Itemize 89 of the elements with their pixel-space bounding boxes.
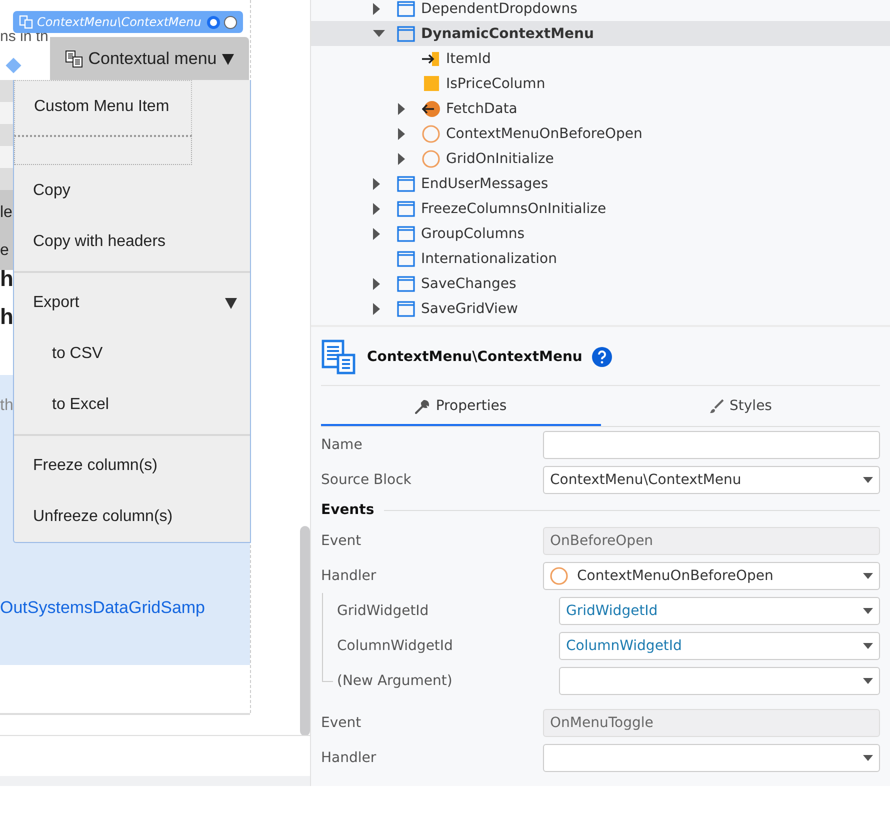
tree-item[interactable]: FetchData <box>311 96 890 121</box>
collapsed-caret-icon[interactable] <box>373 202 381 214</box>
heading-text: h <box>0 304 14 330</box>
dropdown-caret-icon <box>863 608 873 614</box>
link[interactable]: OutSystemsDataGridSamp <box>0 598 206 618</box>
menu-header[interactable]: Contextual menu <box>50 37 249 80</box>
screen-icon <box>397 0 415 16</box>
menu-item[interactable]: Freeze column(s) <box>14 440 250 491</box>
caret-icon <box>225 296 237 308</box>
property-label: Handler <box>321 568 376 584</box>
help-icon[interactable] <box>592 347 612 367</box>
menu-item[interactable]: Copy <box>14 165 250 216</box>
dropdown[interactable]: GridWidgetId <box>559 596 880 624</box>
data-action-icon <box>422 100 440 118</box>
collapsed-caret-icon[interactable] <box>373 302 381 314</box>
tree-item[interactable]: GroupColumns <box>311 221 890 246</box>
dropdown-caret-icon <box>863 476 873 482</box>
screen-icon <box>397 176 415 192</box>
radio-button[interactable] <box>207 16 220 28</box>
screen-icon <box>397 276 415 292</box>
dropdown[interactable]: ColumnWidgetId <box>559 632 880 660</box>
section-title: Events <box>321 502 374 518</box>
block-icon <box>19 15 33 29</box>
readonly-field: OnMenuToggle <box>543 708 880 736</box>
brush-icon <box>708 398 724 414</box>
property-label: Handler <box>321 750 376 766</box>
property-label: Source Block <box>321 472 412 488</box>
action-circle-icon <box>422 124 440 142</box>
hint-text: th <box>0 397 14 415</box>
header-text: e <box>0 242 10 260</box>
dropdown[interactable]: ContextMenuOnBeforeOpen <box>543 562 880 590</box>
action-circle-icon <box>550 566 568 584</box>
dropdown-caret-icon <box>863 572 873 578</box>
header-text: le <box>0 204 12 222</box>
menu-block-icon <box>65 50 84 68</box>
collapsed-caret-icon[interactable] <box>398 102 406 114</box>
tree-item[interactable]: IsPriceColumn <box>311 71 890 96</box>
custom-menu-item[interactable]: Custom Menu Item <box>14 80 192 135</box>
tree-item[interactable]: Internationalization <box>311 246 890 271</box>
caret-icon <box>222 52 234 64</box>
tree-item[interactable]: GridOnInitialize <box>311 146 890 171</box>
collapsed-caret-icon[interactable] <box>373 228 381 240</box>
property-label: ColumnWidgetId <box>337 638 453 654</box>
tab[interactable]: Styles <box>600 388 880 426</box>
tree-item[interactable]: SaveGridView <box>311 296 890 321</box>
property-label: GridWidgetId <box>337 602 429 618</box>
readonly-field: OnBeforeOpen <box>543 526 880 554</box>
tree-item[interactable]: EndUserMessages <box>311 171 890 196</box>
collapsed-caret-icon[interactable] <box>373 2 381 14</box>
tree-item[interactable]: SaveChanges <box>311 271 890 296</box>
menu-item[interactable]: to CSV <box>14 328 250 379</box>
input-field[interactable] <box>543 430 880 458</box>
dropdown-caret-icon <box>863 642 873 648</box>
collapsed-caret-icon[interactable] <box>398 152 406 164</box>
menu-item[interactable]: to Excel <box>14 379 250 430</box>
tree-item[interactable]: ItemId <box>311 46 890 71</box>
menu-item[interactable]: Copy with headers <box>14 216 250 267</box>
radio-button[interactable] <box>224 16 238 28</box>
screen-icon <box>397 26 415 42</box>
input-parameter-icon <box>422 50 440 66</box>
scrollbar[interactable] <box>300 526 310 736</box>
screen-icon <box>397 300 415 316</box>
submenu-item[interactable]: Export <box>14 277 250 328</box>
screen-icon <box>397 226 415 242</box>
property-label: Name <box>321 436 362 452</box>
menu-item[interactable]: Unfreeze column(s) <box>14 491 250 542</box>
tab[interactable]: Properties <box>321 388 600 426</box>
collapsed-caret-icon[interactable] <box>373 178 381 190</box>
dropdown-caret-icon <box>863 754 873 760</box>
wrench-icon <box>414 398 430 414</box>
property-label: Event <box>321 714 362 730</box>
dropdown[interactable]: ContextMenu\ContextMenu <box>543 466 880 494</box>
property-label: Event <box>321 532 362 548</box>
tree-item[interactable]: DynamicContextMenu <box>311 21 890 46</box>
heading-text: h <box>0 266 13 292</box>
properties-title: ContextMenu\ContextMenu <box>367 349 582 365</box>
collapsed-caret-icon[interactable] <box>398 128 406 140</box>
screen-icon <box>397 200 415 216</box>
tree-item[interactable]: ContextMenuOnBeforeOpen <box>311 121 890 146</box>
expanded-caret-icon[interactable] <box>373 30 385 38</box>
block-icon <box>321 339 357 375</box>
property-label: (New Argument) <box>337 672 452 688</box>
dropdown-caret-icon <box>863 678 873 684</box>
action-circle-icon <box>422 150 440 168</box>
collapsed-caret-icon[interactable] <box>373 278 381 290</box>
screen-icon <box>397 250 415 266</box>
tree-item[interactable]: FreezeColumnsOnInitialize <box>311 196 890 221</box>
tree-item[interactable]: DependentDropdowns <box>311 0 890 21</box>
variable-icon <box>422 76 440 92</box>
